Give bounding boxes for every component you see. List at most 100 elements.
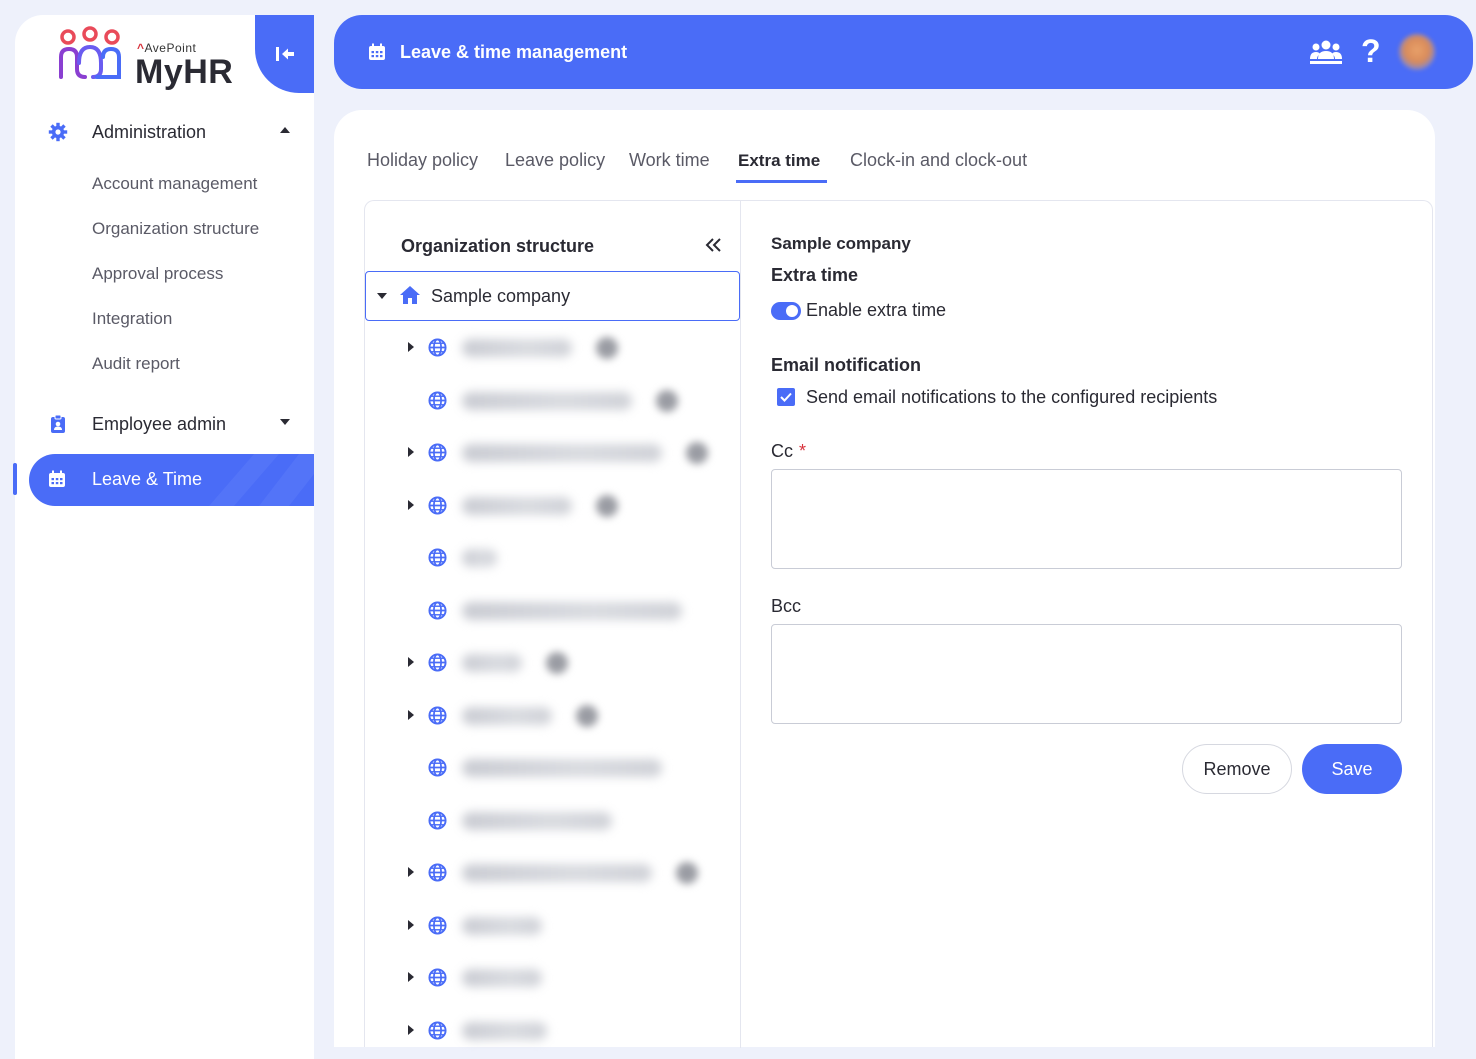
required-mark: *	[799, 441, 807, 461]
redacted-node-name	[462, 969, 542, 987]
tree-node[interactable]	[365, 906, 740, 946]
globe-icon	[428, 1020, 447, 1040]
redacted-node-name	[462, 339, 572, 357]
gear-icon	[48, 122, 68, 142]
redacted-node-name	[462, 444, 662, 462]
caret-right-icon[interactable]	[407, 971, 415, 983]
sidebar-item-audit-report[interactable]: Audit report	[92, 354, 180, 374]
tab-clock-in-out[interactable]: Clock-in and clock-out	[850, 150, 1027, 171]
sidebar-section-administration[interactable]: Administration	[15, 112, 314, 152]
caret-right-icon[interactable]	[407, 919, 415, 931]
redacted-count-badge	[676, 862, 698, 884]
send-notifications-checkbox[interactable]	[777, 388, 795, 406]
caret-right-icon[interactable]	[407, 866, 415, 878]
bcc-input[interactable]	[771, 624, 1402, 724]
redacted-node-name	[462, 549, 497, 567]
caret-right-icon[interactable]	[407, 1024, 415, 1036]
caret-right-icon[interactable]	[407, 656, 415, 668]
tree-node[interactable]	[365, 853, 740, 893]
sidebar: ^AvePoint MyHR Administration Account ma…	[15, 15, 314, 1059]
chevron-down-icon	[280, 419, 290, 425]
people-icon[interactable]	[1309, 39, 1343, 65]
caret-down-icon[interactable]	[376, 292, 388, 300]
redacted-node-name	[462, 864, 652, 882]
caret-right-icon[interactable]	[407, 341, 415, 353]
bcc-label: Bcc	[771, 596, 802, 616]
myhr-logo-icon	[59, 26, 121, 79]
tab-holiday-policy[interactable]: Holiday policy	[367, 150, 478, 171]
globe-icon	[428, 548, 447, 567]
enable-extra-time-toggle[interactable]	[771, 302, 801, 320]
extra-time-form: Sample company Extra time Enable extra t…	[771, 201, 1431, 1048]
sidebar-item-label: Leave & Time	[92, 469, 203, 489]
tree-node[interactable]	[365, 381, 740, 421]
tree-title: Organization structure	[401, 236, 595, 256]
redacted-node-name	[462, 496, 572, 515]
avatar[interactable]	[1399, 34, 1435, 70]
home-icon	[400, 286, 420, 304]
double-chevron-left-icon[interactable]	[705, 237, 723, 253]
selected-org-name: Sample company	[771, 234, 911, 253]
tree-node[interactable]	[365, 591, 740, 631]
collapse-left-icon	[275, 47, 294, 61]
tree-node[interactable]	[365, 801, 740, 841]
tree-node[interactable]	[365, 433, 740, 473]
tree-node[interactable]	[365, 538, 740, 578]
tree-root-node[interactable]: Sample company	[365, 271, 740, 321]
redacted-count-badge	[596, 337, 618, 359]
caret-right-icon[interactable]	[407, 499, 415, 511]
cc-input[interactable]	[771, 469, 1402, 569]
tree-node[interactable]	[365, 1011, 740, 1051]
active-tab-indicator	[736, 180, 827, 183]
redacted-count-badge	[576, 704, 598, 727]
toggle-label: Enable extra time	[806, 300, 947, 320]
globe-icon	[428, 758, 447, 777]
email-notification-title: Email notification	[771, 355, 922, 375]
sidebar-section-label: Employee admin	[92, 413, 227, 434]
redacted-count-badge	[686, 442, 708, 464]
sidebar-item-organization-structure[interactable]: Organization structure	[92, 219, 259, 239]
redacted-node-name	[462, 654, 522, 672]
collapse-sidebar-button[interactable]	[255, 15, 314, 93]
sidebar-item-approval-process[interactable]: Approval process	[92, 264, 223, 284]
sidebar-item-account-management[interactable]: Account management	[92, 174, 257, 194]
sidebar-item-integration[interactable]: Integration	[92, 309, 172, 329]
sidebar-section-employee-admin[interactable]: Employee admin	[15, 404, 314, 444]
redacted-count-badge	[546, 652, 568, 674]
tree-node[interactable]	[365, 696, 740, 736]
globe-icon	[428, 705, 447, 725]
main-content: Holiday policy Leave policy Work time Ex…	[334, 110, 1435, 1048]
tab-work-time[interactable]: Work time	[629, 150, 710, 171]
redacted-node-name	[462, 759, 662, 777]
tab-leave-policy[interactable]: Leave policy	[505, 150, 605, 171]
tree-node[interactable]	[365, 643, 740, 683]
redacted-count-badge	[596, 494, 618, 517]
globe-icon	[428, 600, 447, 620]
redacted-node-name	[462, 706, 552, 725]
save-button[interactable]: Save	[1302, 744, 1402, 794]
tab-extra-time[interactable]: Extra time	[738, 151, 820, 171]
brand-name: MyHR	[135, 53, 234, 91]
top-header: Leave & time management ?	[334, 15, 1473, 89]
tree-node[interactable]	[365, 958, 740, 998]
globe-icon	[428, 915, 447, 935]
sidebar-section-label: Administration	[92, 121, 207, 142]
sidebar-item-leave-time[interactable]: Leave & Time	[29, 454, 314, 506]
caret-right-icon[interactable]	[407, 709, 415, 721]
help-icon[interactable]: ?	[1361, 33, 1381, 70]
redacted-node-name	[462, 1021, 547, 1040]
active-item-indicator	[13, 463, 17, 495]
globe-icon	[428, 390, 447, 410]
tree-node[interactable]	[365, 748, 740, 788]
app-logo[interactable]: ^AvePoint MyHR	[57, 25, 247, 95]
globe-icon	[428, 653, 447, 672]
org-tree: Organization structure Sample company	[365, 201, 741, 1048]
caret-right-icon[interactable]	[407, 446, 415, 458]
globe-icon	[428, 338, 447, 357]
check-icon	[780, 392, 792, 402]
settings-panel: Organization structure Sample company Sa…	[364, 200, 1433, 1048]
tree-node[interactable]	[365, 328, 740, 368]
tree-node[interactable]	[365, 486, 740, 526]
remove-button[interactable]: Remove	[1182, 744, 1292, 794]
redacted-count-badge	[656, 389, 678, 412]
